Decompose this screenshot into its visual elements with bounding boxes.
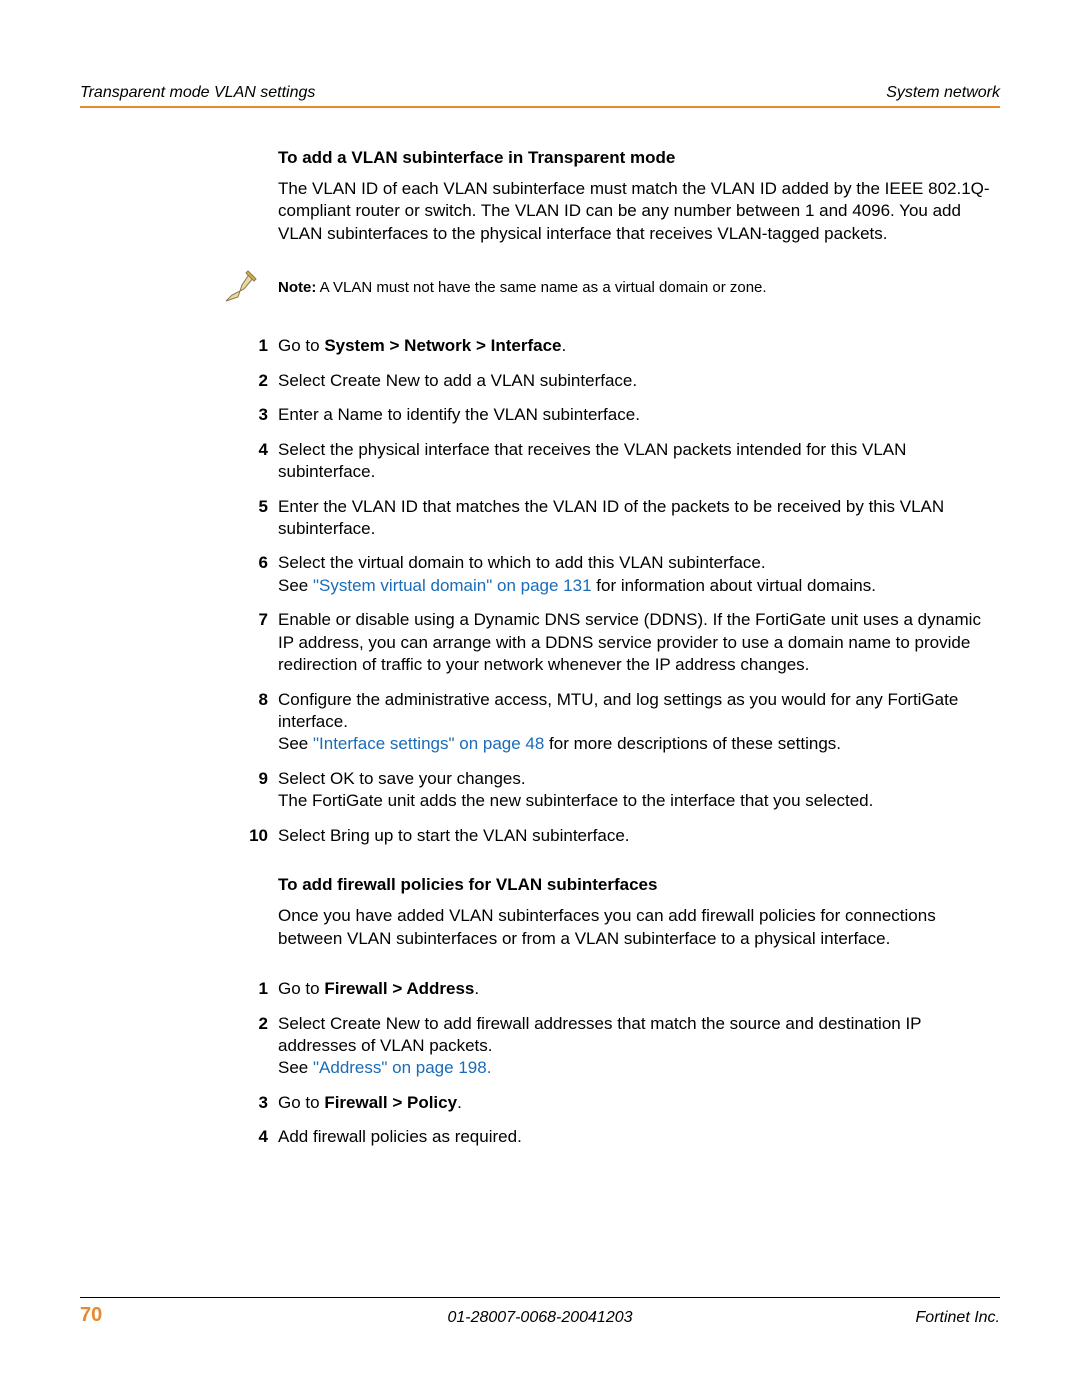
section-title-2: To add firewall policies for VLAN subint…: [278, 875, 1000, 895]
note-block: Note: A VLAN must not have the same name…: [220, 273, 1000, 307]
step-9: Select OK to save your changes. The Fort…: [278, 768, 1000, 813]
main-content: To add a VLAN subinterface in Transparen…: [80, 148, 1000, 1149]
steps-list-2: Go to Firewall > Address. Select Create …: [278, 978, 1000, 1149]
step-4: Select the physical interface that recei…: [278, 439, 1000, 484]
step-8: Configure the administrative access, MTU…: [278, 689, 1000, 756]
header-left: Transparent mode VLAN settings: [80, 84, 315, 102]
header-divider: [80, 106, 1000, 108]
section-title-1: To add a VLAN subinterface in Transparen…: [278, 148, 1000, 168]
footer-divider: [80, 1297, 1000, 1298]
step-6: Select the virtual domain to which to ad…: [278, 552, 1000, 597]
step2-4: Add firewall policies as required.: [278, 1126, 1000, 1148]
link-address[interactable]: "Address" on page 198: [313, 1058, 487, 1077]
footer-doc-id: 01-28007-0068-20041203: [80, 1309, 1000, 1327]
step-3: Enter a Name to identify the VLAN subint…: [278, 404, 1000, 426]
page-number: 70: [80, 1304, 102, 1327]
section1-intro: The VLAN ID of each VLAN subinterface mu…: [278, 178, 1000, 245]
page: Transparent mode VLAN settings System ne…: [0, 0, 1080, 1397]
note-label: Note:: [278, 279, 316, 296]
page-header: Transparent mode VLAN settings System ne…: [80, 84, 1000, 106]
step2-1: Go to Firewall > Address.: [278, 978, 1000, 1000]
header-right: System network: [886, 84, 1000, 102]
note-text: Note: A VLAN must not have the same name…: [278, 273, 767, 298]
footer-row: 70 01-28007-0068-20041203 Fortinet Inc.: [80, 1304, 1000, 1327]
note-icon: [220, 267, 260, 307]
step2-3: Go to Firewall > Policy.: [278, 1092, 1000, 1114]
step-1: Go to System > Network > Interface.: [278, 335, 1000, 357]
footer-company: Fortinet Inc.: [916, 1309, 1000, 1327]
step2-2: Select Create New to add firewall addres…: [278, 1013, 1000, 1080]
link-virtual-domain[interactable]: "System virtual domain" on page 131: [313, 576, 592, 595]
step-10: Select Bring up to start the VLAN subint…: [278, 825, 1000, 847]
note-body: A VLAN must not have the same name as a …: [316, 279, 766, 296]
section2-intro: Once you have added VLAN subinterfaces y…: [278, 905, 1000, 950]
page-footer: 70 01-28007-0068-20041203 Fortinet Inc.: [80, 1297, 1000, 1327]
step-7: Enable or disable using a Dynamic DNS se…: [278, 609, 1000, 676]
step-2: Select Create New to add a VLAN subinter…: [278, 370, 1000, 392]
steps-list-1: Go to System > Network > Interface. Sele…: [278, 335, 1000, 847]
link-interface-settings[interactable]: "Interface settings" on page 48: [313, 734, 544, 753]
step-5: Enter the VLAN ID that matches the VLAN …: [278, 496, 1000, 541]
